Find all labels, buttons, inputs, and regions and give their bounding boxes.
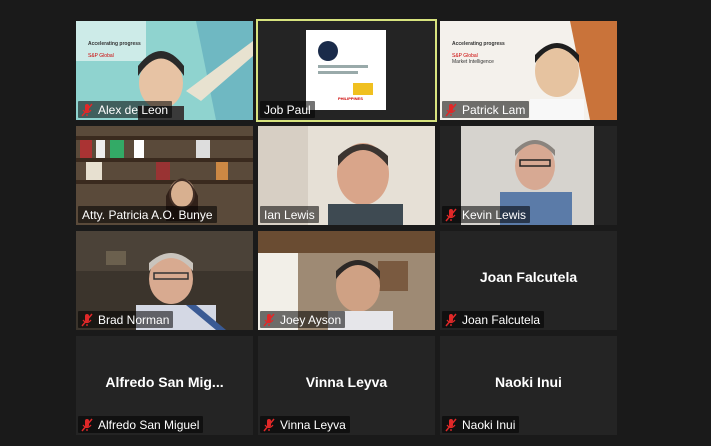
name-plate: Job Paul <box>260 101 315 118</box>
name-plate: Vinna Leyva <box>260 416 350 433</box>
participant-name: Ian Lewis <box>264 207 315 222</box>
slide-brand: S&P Global <box>88 53 114 59</box>
name-plate: Joey Ayson <box>260 311 346 328</box>
display-name: Joan Falcutela <box>479 269 578 285</box>
name-plate: Alex de Leon <box>78 101 173 118</box>
video-tile-ian-lewis[interactable]: Ian Lewis <box>258 126 435 225</box>
muted-mic-icon <box>81 313 93 326</box>
video-tile-joan-falcutela[interactable]: Joan Falcutela Joan Falcutela <box>440 231 617 330</box>
participant-name: Brad Norman <box>98 312 170 327</box>
video-tile-kevin-lewis[interactable]: Kevin Lewis <box>440 126 617 225</box>
slide-text: Accelerating progress <box>88 41 141 47</box>
video-tile-alfredo-san-miguel[interactable]: Alfredo San Mig... Alfredo San Miguel <box>76 336 253 435</box>
participant-name: Job Paul <box>264 102 311 117</box>
name-plate: Patrick Lam <box>442 101 530 118</box>
muted-mic-icon <box>445 313 457 326</box>
video-tile-patricia-bunye[interactable]: Atty. Patricia A.O. Bunye <box>76 126 253 225</box>
participant-name: Joey Ayson <box>280 312 342 327</box>
participant-name: Kevin Lewis <box>462 207 527 222</box>
video-tile-alex-de-leon[interactable]: Accelerating progress S&P Global Alex de… <box>76 21 253 120</box>
participant-name: Naoki Inui <box>462 417 516 432</box>
muted-mic-icon <box>81 418 93 431</box>
name-plate: Naoki Inui <box>442 416 520 433</box>
video-tile-patrick-lam[interactable]: Accelerating progress S&P Global Market … <box>440 21 617 120</box>
muted-mic-icon <box>263 418 275 431</box>
video-tile-job-paul[interactable]: PHILIPPINES Job Paul <box>256 19 437 122</box>
slide-subtitle: Market Intelligence <box>452 59 494 65</box>
name-plate: Joan Falcutela <box>442 311 545 328</box>
name-plate: Ian Lewis <box>260 206 319 223</box>
participant-name: Alfredo San Miguel <box>98 417 200 432</box>
muted-mic-icon <box>445 103 457 116</box>
name-plate: Alfredo San Miguel <box>78 416 204 433</box>
name-plate: Brad Norman <box>78 311 174 328</box>
participant-name: Atty. Patricia A.O. Bunye <box>82 207 213 222</box>
participant-name: Joan Falcutela <box>462 312 541 327</box>
display-name: Vinna Leyva <box>305 374 388 390</box>
display-name: Naoki Inui <box>495 374 562 390</box>
name-plate: Atty. Patricia A.O. Bunye <box>78 206 217 223</box>
participant-name: Vinna Leyva <box>280 417 346 432</box>
participant-name: Alex de Leon <box>98 102 169 117</box>
video-tile-naoki-inui[interactable]: Naoki Inui Naoki Inui <box>440 336 617 435</box>
slide-text: Accelerating progress <box>452 41 505 47</box>
display-name: Alfredo San Mig... <box>105 374 224 390</box>
video-tile-brad-norman[interactable]: Brad Norman <box>76 231 253 330</box>
video-tile-vinna-leyva[interactable]: Vinna Leyva Vinna Leyva <box>258 336 435 435</box>
muted-mic-icon <box>263 313 275 326</box>
name-plate: Kevin Lewis <box>442 206 531 223</box>
muted-mic-icon <box>81 103 93 116</box>
muted-mic-icon <box>445 418 457 431</box>
muted-mic-icon <box>445 208 457 221</box>
logo-text: PHILIPPINES <box>338 96 363 101</box>
participant-name: Patrick Lam <box>462 102 526 117</box>
video-tile-joey-ayson[interactable]: Joey Ayson <box>258 231 435 330</box>
